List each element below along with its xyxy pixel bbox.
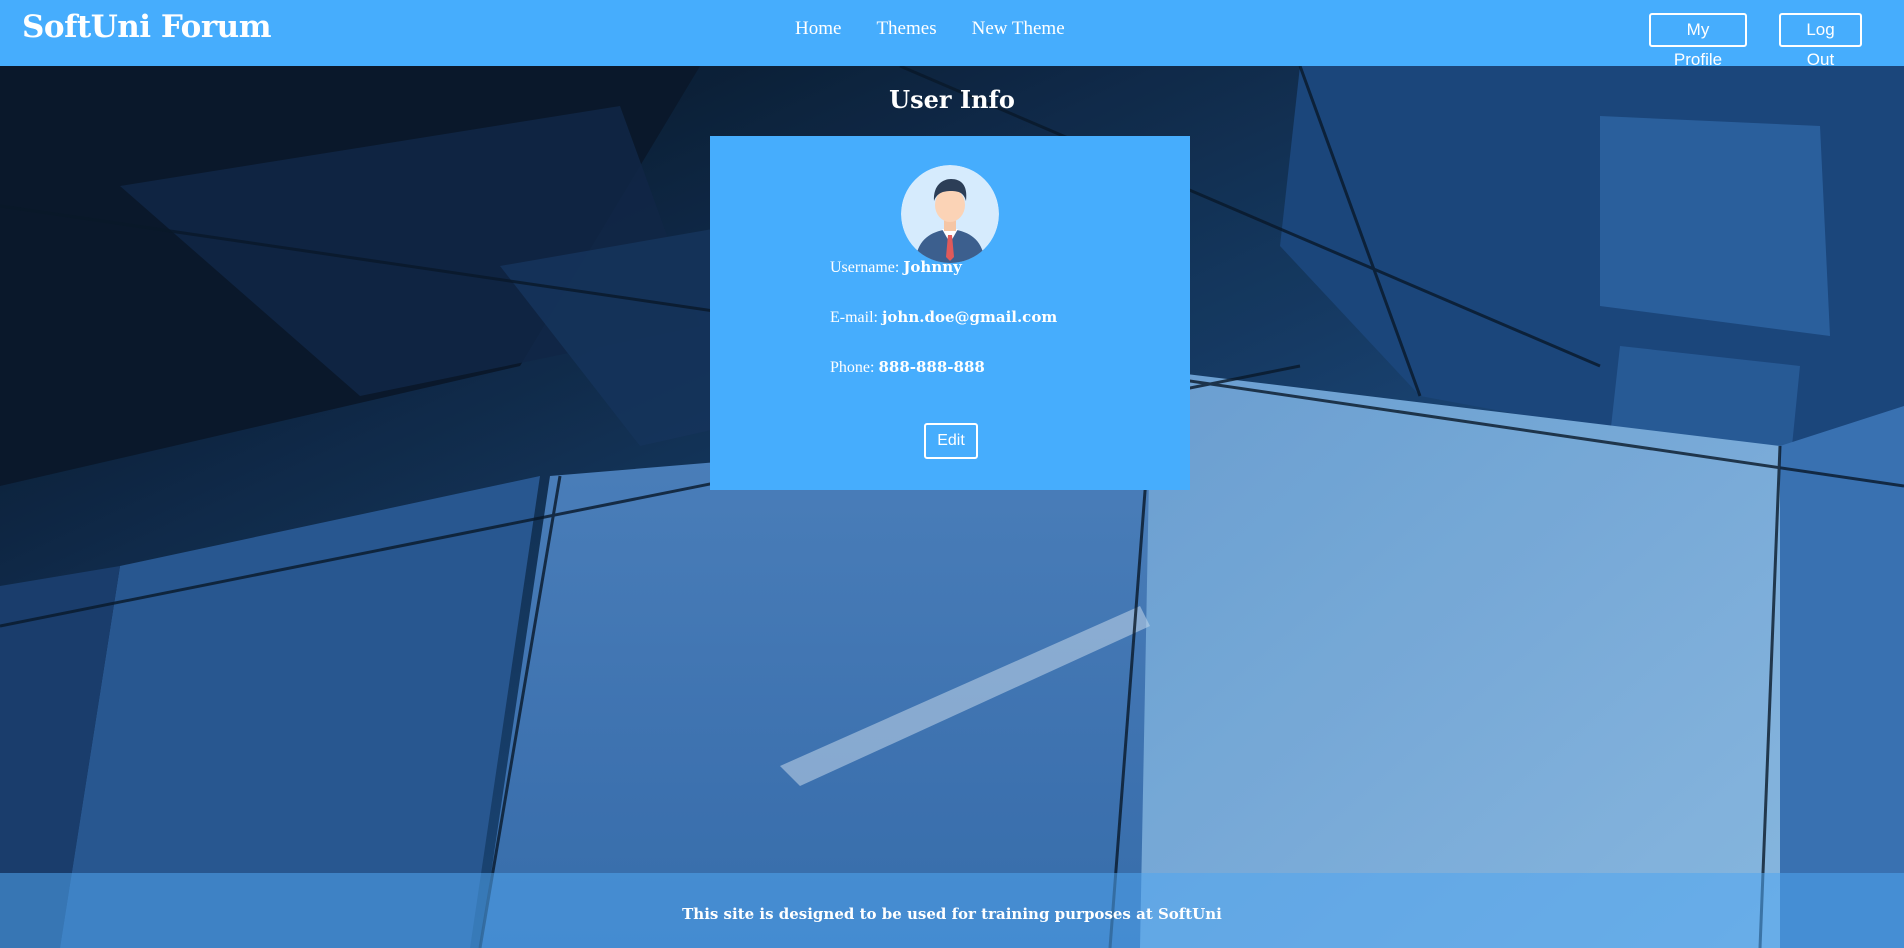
edit-profile-button[interactable]: Edit: [924, 423, 978, 459]
page-title: User Info: [889, 85, 1015, 114]
phone-value: 888-888-888: [878, 358, 985, 376]
email-value: john.doe@gmail.com: [881, 308, 1058, 326]
site-logo[interactable]: SoftUni Forum: [22, 6, 272, 48]
username-label: Username:: [830, 259, 900, 276]
email-label: E-mail:: [830, 309, 878, 326]
page-footer: This site is designed to be used for tra…: [0, 873, 1904, 948]
username-row: Username: Johnny: [830, 258, 962, 277]
user-info-card: Username: Johnny E-mail: john.doe@gmail.…: [710, 136, 1190, 490]
my-profile-button[interactable]: My Profile: [1649, 13, 1747, 69]
nav-themes-link[interactable]: Themes: [876, 16, 936, 42]
user-avatar-icon: [901, 165, 999, 263]
nav-home-link[interactable]: Home: [795, 16, 841, 42]
username-value: Johnny: [903, 258, 962, 276]
logout-button[interactable]: Log Out: [1779, 13, 1862, 69]
phone-label: Phone:: [830, 359, 875, 376]
nav-new-theme-link[interactable]: New Theme: [972, 16, 1065, 42]
top-navbar: SoftUni Forum Home Themes New Theme My P…: [0, 0, 1904, 69]
footer-text: This site is designed to be used for tra…: [682, 905, 1222, 923]
email-row: E-mail: john.doe@gmail.com: [830, 308, 1057, 327]
main-nav: Home Themes New Theme: [795, 16, 1100, 42]
phone-row: Phone: 888-888-888: [830, 358, 985, 377]
